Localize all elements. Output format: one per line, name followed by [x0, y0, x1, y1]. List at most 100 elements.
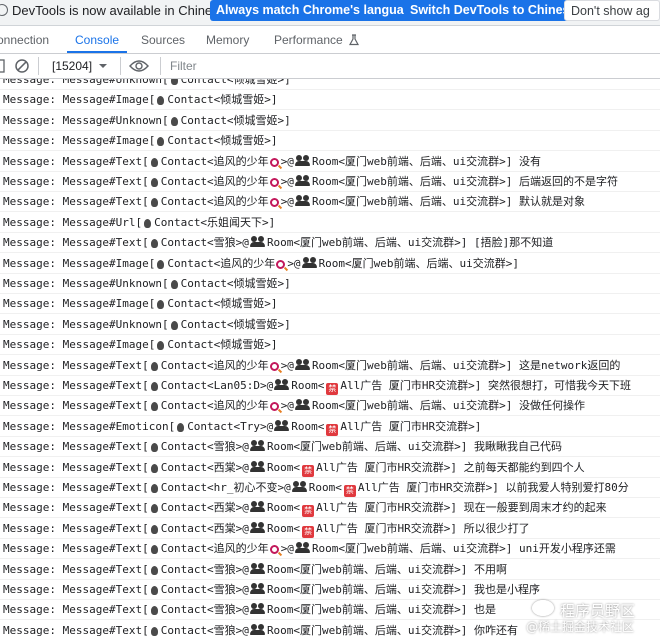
console-message-text: Message: Message#Text[	[3, 562, 149, 576]
contact-bubble-icon	[150, 463, 158, 473]
console-message-row[interactable]: Message: Message#Unknown[Contact<倾城雪姬>]	[0, 274, 660, 294]
sidebar-toggle-icon[interactable]	[0, 54, 6, 78]
console-message-row[interactable]: Message: Message#Emoticon[Contact<Try>@ R…	[0, 417, 660, 437]
clear-console-icon[interactable]	[14, 54, 32, 78]
room-group-icon	[249, 236, 265, 248]
console-message-text: >@	[280, 195, 294, 209]
console-message-text: Room<厦门web前端、后端、ui交流群>] 我也是小程序	[266, 583, 541, 596]
console-message-row[interactable]: Message: Message#Text[Contact<追风的少年 >@ Roo…	[0, 192, 660, 213]
magnifier-emoji-icon	[276, 259, 286, 269]
console-message-text: Room<厦门web前端、后端、ui交流群>] 这是network返回的	[311, 358, 621, 372]
console-message-text: Contact<雪狼>@	[160, 236, 249, 250]
console-message-text: Message: Message#Text[	[3, 623, 149, 637]
console-message-row[interactable]: Message: Message#Unknown[Contact<倾城雪姬>]	[0, 111, 660, 131]
console-message-row[interactable]: Message: Message#Text[Contact<追风的少年 >@ Roo…	[0, 152, 660, 172]
tab-sources[interactable]: Sources	[141, 27, 185, 53]
console-message-row[interactable]: Message: Message#Unknown[Contact<倾城雪姬>]	[0, 79, 660, 90]
contact-bubble-icon	[150, 443, 158, 453]
tab-console[interactable]: Console	[67, 27, 128, 53]
console-message-row[interactable]: Message: Message#Text[Contact<西棠>@ Room< 禁…	[0, 519, 660, 539]
console-message-text: >@	[280, 358, 294, 372]
console-message-row[interactable]: Message: Message#Text[Contact<追风的少年 >@ Roo…	[0, 539, 660, 560]
contact-bubble-icon	[177, 422, 185, 432]
experiment-flask-icon	[349, 34, 360, 46]
console-message-text: All广告 厦门市HR交流群>] 以前我爱人特别爱打80分	[357, 481, 629, 494]
context-selector[interactable]: [15204]	[52, 54, 108, 78]
contact-bubble-icon	[150, 565, 158, 575]
room-group-icon	[249, 460, 265, 472]
console-message-text: >@	[280, 542, 294, 556]
console-message-text: Room<	[291, 379, 325, 392]
console-message-row[interactable]: Message: Message#Url[Contact<乐姐闻天下>]	[0, 213, 660, 233]
console-message-row[interactable]: Message: Message#Text[Contact<雪狼>@ Room<厦…	[0, 233, 660, 254]
console-message-text: Room<	[308, 481, 342, 494]
console-message-text: Message: Message#Text[	[3, 521, 149, 535]
console-message-row[interactable]: Message: Message#Text[Contact<雪狼>@ Room<厦…	[0, 560, 660, 580]
console-message-row[interactable]: Message: Message#Unknown[Contact<倾城雪姬>]	[0, 315, 660, 335]
contact-bubble-icon	[150, 198, 158, 208]
room-group-icon	[294, 358, 310, 370]
console-message-row[interactable]: Message: Message#Text[Contact<西棠>@ Room< 禁…	[0, 458, 660, 478]
live-expression-eye-icon[interactable]	[129, 54, 151, 78]
console-message-row[interactable]: Message: Message#Text[Contact<雪狼>@ Room<厦…	[0, 580, 660, 600]
console-message-row[interactable]: Message: Message#Image[Contact<倾城雪姬>]	[0, 294, 660, 315]
console-message-row[interactable]: Message: Message#Text[Contact<追风的少年 >@ Roo…	[0, 356, 660, 376]
console-message-text: Contact<倾城雪姬>]	[167, 93, 278, 107]
dont-show-again-button[interactable]: Don't show ag	[564, 0, 660, 21]
contact-bubble-icon	[170, 320, 178, 330]
console-message-text: Contact<倾城雪姬>]	[167, 134, 278, 148]
console-message-row[interactable]: Message: Message#Text[Contact<Lan05:D>@ R…	[0, 376, 660, 396]
room-group-icon	[249, 603, 265, 615]
console-message-text: Contact<雪狼>@	[160, 623, 249, 637]
tab-connection[interactable]: onnection	[0, 27, 49, 53]
console-message-text: Contact<倾城雪姬>]	[180, 317, 291, 331]
console-message-row[interactable]: Message: Message#Image[Contact<倾城雪姬>]	[0, 90, 660, 111]
console-message-text: Contact<倾城雪姬>]	[180, 277, 291, 290]
devtools-panel-tabs: onnection Console Sources Memory Perform…	[0, 27, 660, 54]
console-message-text: Room<厦门web前端、后端、ui交流群>] 没有	[311, 154, 542, 168]
switch-to-chinese-button[interactable]: Switch DevTools to Chinese	[404, 0, 583, 21]
infobar-message-wrap: DevTools is now available in Chinese!	[0, 0, 230, 21]
toolbar-divider	[160, 57, 161, 75]
console-message-text: Message: Message#Image[	[3, 256, 156, 270]
console-message-row[interactable]: Message: Message#Image[Contact<倾城雪姬>]	[0, 335, 660, 356]
console-message-row[interactable]: Message: Message#Text[Contact<追风的少年 >@ Roo…	[0, 396, 660, 417]
console-message-text: Contact<西棠>@	[160, 501, 249, 515]
console-message-text: Message: Message#Image[	[3, 134, 156, 148]
contact-bubble-icon	[157, 96, 165, 106]
contact-bubble-icon	[170, 79, 178, 85]
contact-bubble-icon	[157, 259, 165, 269]
contact-bubble-icon	[150, 157, 158, 167]
console-message-text: All广告 厦门市HR交流群>] 现在一般要到周末才约的起来	[316, 501, 607, 515]
contact-bubble-icon	[150, 586, 158, 595]
console-filter-input[interactable]: Filter	[166, 57, 660, 75]
contact-bubble-icon	[150, 239, 158, 249]
console-message-row[interactable]: Message: Message#Image[Contact<追风的少年 >@ Ro…	[0, 254, 660, 274]
room-group-icon	[249, 623, 265, 635]
console-message-text: Contact<追风的少年	[160, 358, 269, 372]
console-message-row[interactable]: Message: Message#Text[Contact<追风的少年 >@ Roo…	[0, 172, 660, 192]
console-message-row[interactable]: Message: Message#Text[Contact<hr_初心不变>@ R…	[0, 478, 660, 498]
ban-badge-icon: 禁	[302, 525, 315, 538]
console-message-text: Message: Message#Text[	[3, 603, 149, 617]
console-message-text: Contact<追风的少年	[160, 175, 269, 188]
console-message-text: Message: Message#Text[	[3, 379, 149, 392]
console-log[interactable]: Message: Message#Unknown[Contact<倾城雪姬>] M…	[0, 79, 660, 639]
console-message-text: Contact<追风的少年	[160, 542, 269, 556]
always-match-language-button[interactable]: Always match Chrome's language	[210, 0, 425, 21]
console-message-text: Contact<Try>@	[187, 419, 274, 433]
console-message-text: Room<	[291, 419, 325, 433]
console-message-text: Contact<追风的少年	[160, 195, 269, 209]
room-group-icon	[249, 440, 265, 452]
tab-memory[interactable]: Memory	[206, 27, 249, 53]
ban-badge-icon: 禁	[326, 383, 339, 395]
tab-performance[interactable]: Performance	[274, 27, 360, 53]
contact-bubble-icon	[170, 116, 178, 126]
console-message-row[interactable]: Message: Message#Image[ Contact<倾城雪姬>]	[0, 131, 660, 152]
console-message-row[interactable]: Message: Message#Text[Contact<西棠>@ Room< 禁…	[0, 498, 660, 519]
magnifier-emoji-icon	[269, 402, 279, 412]
room-group-icon	[249, 562, 265, 574]
contact-bubble-icon	[150, 402, 158, 412]
console-message-row[interactable]: Message: Message#Text[Contact<雪狼>@ Room<厦…	[0, 437, 660, 458]
magnifier-emoji-icon	[269, 178, 279, 187]
